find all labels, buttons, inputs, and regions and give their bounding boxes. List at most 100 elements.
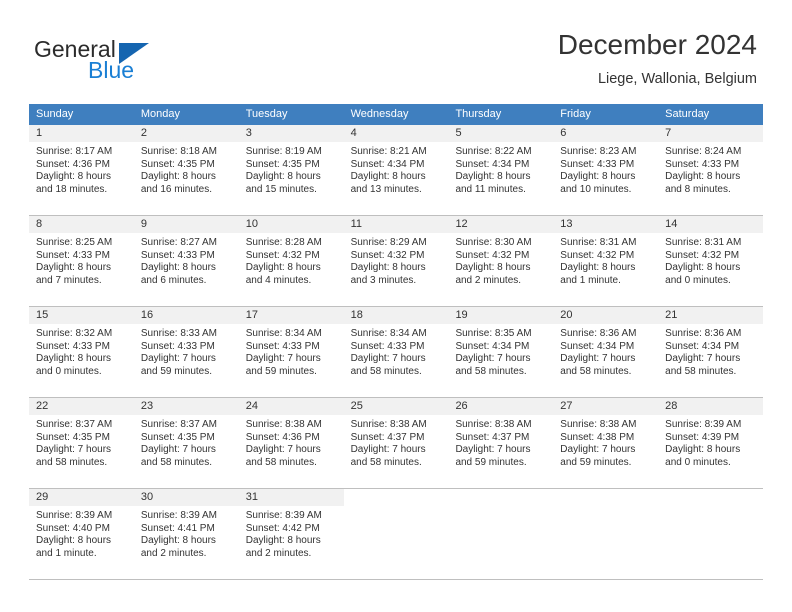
sunrise-text: Sunrise: 8:39 AM xyxy=(140,510,218,521)
day-number xyxy=(343,489,449,506)
day-number: 29 xyxy=(29,489,134,506)
sunrise-text: Sunrise: 8:38 AM xyxy=(350,419,427,430)
day-number: 12 xyxy=(448,216,554,233)
weekday-header-wednesday: Wednesday xyxy=(350,108,409,120)
day-cell[interactable]: 16 Sunrise: 8:33 AM Sunset: 4:33 PM Dayligh… xyxy=(133,307,239,397)
daylight-text-line1: Daylight: 7 hours xyxy=(560,353,636,365)
day-details xyxy=(448,506,553,510)
day-cell[interactable]: 26 Sunrise: 8:38 AM Sunset: 4:37 PM Dayligh… xyxy=(448,398,554,488)
daylight-text-line1: Daylight: 7 hours xyxy=(665,353,741,365)
weekday-header-monday: Monday xyxy=(140,108,180,120)
day-details: Sunrise: 8:38 AM Sunset: 4:36 PM Daylight:… xyxy=(239,415,344,469)
day-details: Sunrise: 8:31 AM Sunset: 4:32 PM Daylight:… xyxy=(553,233,658,287)
sunset-text: Sunset: 4:33 PM xyxy=(36,340,110,352)
day-cell[interactable]: 31 Sunrise: 8:39 AM Sunset: 4:42 PM Dayligh… xyxy=(238,489,344,579)
day-cell[interactable]: 8 Sunrise: 8:25 AM Sunset: 4:33 PM Daylight… xyxy=(29,216,134,306)
day-number: 25 xyxy=(343,398,449,415)
daylight-text-line1: Daylight: 8 hours xyxy=(36,171,112,183)
daylight-text-line2: and 8 minutes. xyxy=(665,183,731,195)
day-cell[interactable]: 22 Sunrise: 8:37 AM Sunset: 4:35 PM Dayligh… xyxy=(29,398,134,488)
day-cell[interactable]: 27 Sunrise: 8:38 AM Sunset: 4:38 PM Dayligh… xyxy=(553,398,659,488)
day-cell[interactable]: 23 Sunrise: 8:37 AM Sunset: 4:35 PM Dayligh… xyxy=(133,398,239,488)
sunrise-text: Sunrise: 8:18 AM xyxy=(140,146,218,157)
daylight-text-line1: Daylight: 8 hours xyxy=(665,444,741,456)
sunset-text: Sunset: 4:35 PM xyxy=(140,158,215,170)
day-number: 7 xyxy=(658,125,764,142)
day-number: 22 xyxy=(29,398,134,415)
daylight-text-line2: and 16 minutes. xyxy=(140,183,213,195)
sunrise-text: Sunrise: 8:30 AM xyxy=(455,237,532,248)
day-cell[interactable]: 9 Sunrise: 8:27 AM Sunset: 4:33 PM Daylight… xyxy=(133,216,239,306)
day-number: 16 xyxy=(133,307,239,324)
day-cell[interactable]: 1 Sunrise: 8:17 AM Sunset: 4:36 PM Daylight… xyxy=(29,125,134,215)
day-cell[interactable]: 5 Sunrise: 8:22 AM Sunset: 4:34 PM Daylight… xyxy=(448,125,554,215)
page-subtitle-location: Liege, Wallonia, Belgium xyxy=(597,71,757,87)
sunrise-text: Sunrise: 8:39 AM xyxy=(665,419,742,430)
day-cell[interactable]: 17 Sunrise: 8:34 AM Sunset: 4:33 PM Dayligh… xyxy=(238,307,344,397)
daylight-text-line2: and 59 minutes. xyxy=(245,365,317,377)
day-number: 6 xyxy=(553,125,659,142)
day-details: Sunrise: 8:31 AM Sunset: 4:32 PM Daylight:… xyxy=(658,233,763,287)
daylight-text-line1: Daylight: 8 hours xyxy=(36,353,112,365)
day-cell[interactable]: 18 Sunrise: 8:34 AM Sunset: 4:33 PM Dayligh… xyxy=(343,307,449,397)
day-number: 15 xyxy=(29,307,134,324)
day-details: Sunrise: 8:22 AM Sunset: 4:34 PM Daylight:… xyxy=(448,142,553,196)
day-cell[interactable]: 2 Sunrise: 8:18 AM Sunset: 4:35 PM Daylight… xyxy=(133,125,239,215)
day-cell[interactable]: 6 Sunrise: 8:23 AM Sunset: 4:33 PM Daylight… xyxy=(553,125,659,215)
daylight-text-line1: Daylight: 8 hours xyxy=(36,262,112,274)
day-cell[interactable]: 11 Sunrise: 8:29 AM Sunset: 4:32 PM Dayligh… xyxy=(343,216,449,306)
day-cell[interactable]: 13 Sunrise: 8:31 AM Sunset: 4:32 PM Dayligh… xyxy=(553,216,659,306)
week-row: 1 Sunrise: 8:17 AM Sunset: 4:36 PM Daylight… xyxy=(29,125,764,216)
day-cell[interactable]: 12 Sunrise: 8:30 AM Sunset: 4:32 PM Dayligh… xyxy=(448,216,554,306)
logo-text-blue: Blue xyxy=(88,57,135,83)
title-block: December 2024 Liege, Wallonia, Belgium xyxy=(558,28,757,88)
weekday-header-saturday: Saturday xyxy=(665,108,710,120)
day-details: Sunrise: 8:37 AM Sunset: 4:35 PM Daylight:… xyxy=(134,415,239,469)
day-number: 9 xyxy=(133,216,239,233)
day-cell[interactable]: 19 Sunrise: 8:35 AM Sunset: 4:34 PM Dayligh… xyxy=(448,307,554,397)
day-number: 19 xyxy=(448,307,554,324)
day-details: Sunrise: 8:39 AM Sunset: 4:40 PM Daylight:… xyxy=(29,506,134,560)
daylight-text-line1: Daylight: 7 hours xyxy=(560,444,636,456)
weekday-header-tuesday: Tuesday xyxy=(245,108,288,120)
sunset-text: Sunset: 4:32 PM xyxy=(665,249,740,261)
day-number: 23 xyxy=(133,398,239,415)
day-cell[interactable]: 28 Sunrise: 8:39 AM Sunset: 4:39 PM Dayligh… xyxy=(658,398,764,488)
day-cell[interactable]: 25 Sunrise: 8:38 AM Sunset: 4:37 PM Dayligh… xyxy=(343,398,449,488)
day-details: Sunrise: 8:39 AM Sunset: 4:41 PM Daylight:… xyxy=(134,506,239,560)
weekday-header-friday: Friday xyxy=(560,108,591,120)
sunrise-text: Sunrise: 8:38 AM xyxy=(455,419,532,430)
day-cell[interactable]: 20 Sunrise: 8:36 AM Sunset: 4:34 PM Dayligh… xyxy=(553,307,659,397)
daylight-text-line2: and 1 minute. xyxy=(36,547,97,559)
daylight-text-line2: and 6 minutes. xyxy=(140,274,207,286)
day-cell[interactable]: 15 Sunrise: 8:32 AM Sunset: 4:33 PM Dayligh… xyxy=(29,307,134,397)
day-cell[interactable]: 29 Sunrise: 8:39 AM Sunset: 4:40 PM Dayligh… xyxy=(29,489,134,579)
day-cell[interactable]: 14 Sunrise: 8:31 AM Sunset: 4:32 PM Dayligh… xyxy=(658,216,764,306)
day-cell[interactable]: 30 Sunrise: 8:39 AM Sunset: 4:41 PM Dayligh… xyxy=(133,489,239,579)
sunset-text: Sunset: 4:39 PM xyxy=(665,431,740,443)
day-cell[interactable]: 7 Sunrise: 8:24 AM Sunset: 4:33 PM Daylight… xyxy=(658,125,764,215)
weekday-header-row: Sunday Monday Tuesday Wednesday Thursday… xyxy=(29,104,763,125)
daylight-text-line1: Daylight: 7 hours xyxy=(455,444,531,456)
sunrise-text: Sunrise: 8:31 AM xyxy=(560,237,637,248)
day-details: Sunrise: 8:34 AM Sunset: 4:33 PM Daylight:… xyxy=(239,324,344,378)
day-number: 11 xyxy=(343,216,449,233)
week-row: 22 Sunrise: 8:37 AM Sunset: 4:35 PM Dayligh… xyxy=(29,398,764,489)
day-cell[interactable]: 21 Sunrise: 8:36 AM Sunset: 4:34 PM Dayligh… xyxy=(658,307,764,397)
day-cell[interactable]: 24 Sunrise: 8:38 AM Sunset: 4:36 PM Dayligh… xyxy=(238,398,344,488)
daylight-text-line1: Daylight: 8 hours xyxy=(245,535,321,547)
sunset-text: Sunset: 4:42 PM xyxy=(245,522,320,534)
sunrise-text: Sunrise: 8:39 AM xyxy=(36,510,113,521)
sunset-text: Sunset: 4:34 PM xyxy=(665,340,740,352)
day-number: 20 xyxy=(553,307,659,324)
day-cell-empty xyxy=(343,489,449,579)
day-details: Sunrise: 8:36 AM Sunset: 4:34 PM Daylight:… xyxy=(553,324,658,378)
day-cell[interactable]: 4 Sunrise: 8:21 AM Sunset: 4:34 PM Daylight… xyxy=(343,125,449,215)
day-details: Sunrise: 8:38 AM Sunset: 4:37 PM Daylight:… xyxy=(448,415,553,469)
day-number: 27 xyxy=(553,398,659,415)
day-cell[interactable]: 3 Sunrise: 8:19 AM Sunset: 4:35 PM Daylight… xyxy=(238,125,344,215)
general-blue-logo: General Blue xyxy=(34,36,234,84)
day-cell[interactable]: 10 Sunrise: 8:28 AM Sunset: 4:32 PM Dayligh… xyxy=(238,216,344,306)
daylight-text-line1: Daylight: 8 hours xyxy=(560,262,636,274)
day-number xyxy=(448,489,554,506)
